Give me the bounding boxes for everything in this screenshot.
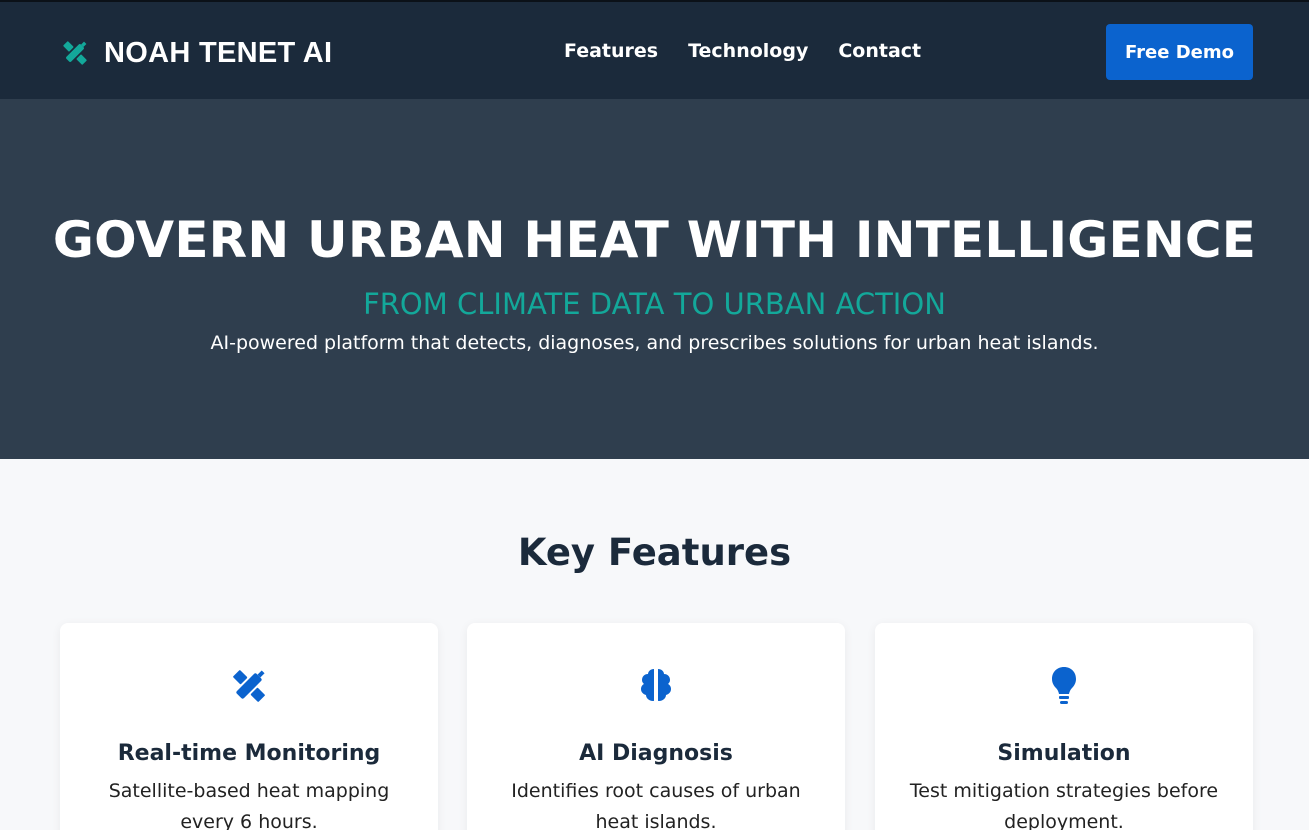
nav-link-contact[interactable]: Contact bbox=[838, 40, 921, 62]
lightbulb-icon bbox=[1052, 667, 1076, 704]
satellite-icon bbox=[63, 41, 87, 65]
hero-title: GOVERN URBAN HEAT WITH INTELLIGENCE bbox=[52, 211, 1257, 269]
hero-section: GOVERN URBAN HEAT WITH INTELLIGENCE FROM… bbox=[0, 99, 1309, 459]
navbar: NOAH TENET AI Features Technology Contac… bbox=[0, 0, 1309, 99]
feature-card-simulation: Simulation Test mitigation strategies be… bbox=[875, 623, 1253, 830]
main-nav: Features Technology Contact bbox=[564, 40, 921, 62]
hero-subtitle: FROM CLIMATE DATA TO URBAN ACTION bbox=[363, 287, 946, 321]
nav-link-features[interactable]: Features bbox=[564, 40, 658, 62]
free-demo-button[interactable]: Free Demo bbox=[1106, 24, 1253, 80]
satellite-icon bbox=[233, 670, 265, 702]
features-section: Key Features Real-time Monitoring Satell… bbox=[0, 459, 1309, 830]
features-title: Key Features bbox=[517, 531, 792, 574]
brain-icon bbox=[641, 669, 671, 701]
feature-card-description: Test mitigation strategies before deploy… bbox=[909, 780, 1219, 830]
feature-card-monitoring: Real-time Monitoring Satellite-based hea… bbox=[60, 623, 438, 830]
feature-card-diagnosis: AI Diagnosis Identifies root causes of u… bbox=[467, 623, 845, 830]
feature-card-title: AI Diagnosis bbox=[579, 741, 733, 766]
brand-logo[interactable]: NOAH TENET AI bbox=[58, 35, 332, 71]
feature-card-description: Satellite-based heat mapping every 6 hou… bbox=[108, 780, 390, 830]
feature-card-title: Simulation bbox=[997, 741, 1131, 766]
brand-name: NOAH TENET AI bbox=[104, 36, 333, 69]
nav-link-technology[interactable]: Technology bbox=[688, 40, 808, 62]
feature-card-title: Real-time Monitoring bbox=[117, 741, 381, 766]
hero-description: AI-powered platform that detects, diagno… bbox=[210, 332, 1099, 354]
feature-card-description: Identifies root causes of urban heat isl… bbox=[511, 780, 801, 830]
